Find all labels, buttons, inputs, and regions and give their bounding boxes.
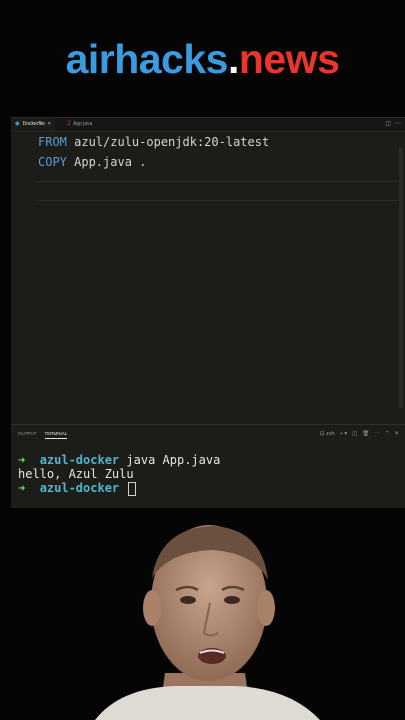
tab-label: App.java <box>73 121 93 127</box>
code-keyword: COPY <box>38 155 67 169</box>
code-text: azul/zulu-openjdk:20-latest <box>66 135 270 149</box>
docker-icon: ◆ <box>15 121 20 127</box>
code-area[interactable]: FROM azul/zulu-openjdk:20-latest COPY Ap… <box>11 132 405 432</box>
prompt-directory: azul-docker <box>39 453 120 467</box>
maximize-panel-icon[interactable]: ⌃ <box>385 429 390 439</box>
brand-dot: . <box>227 36 239 82</box>
code-line: COPY App.java . <box>38 152 146 172</box>
add-terminal-icon[interactable]: + ▾ <box>340 429 348 439</box>
tab-output[interactable]: OUTPUT <box>18 429 37 439</box>
terminal-line: ➜ azul-docker <box>18 481 398 496</box>
editor-scrollbar[interactable] <box>399 148 403 408</box>
terminal-output[interactable]: ➜ azul-docker java App.java hello, Azul … <box>18 453 398 496</box>
terminal-cursor <box>128 481 137 496</box>
close-panel-icon[interactable]: ✕ <box>394 429 399 439</box>
tab-app-java[interactable]: J App.java <box>63 118 96 131</box>
editor-tab-bar: ◆ Dockerfile × J App.java ◫ ⋯ <box>11 118 405 132</box>
terminal-output-text: hello, Azul Zulu <box>18 467 134 481</box>
terminal-shell-icon[interactable]: ⊡ zsh <box>320 429 335 439</box>
current-line-highlight <box>37 181 403 201</box>
more-actions-icon[interactable]: ⋯ <box>395 118 401 131</box>
panel-tabs: OUTPUT TERMINAL <box>18 429 68 439</box>
prompt-directory: azul-docker <box>39 481 120 495</box>
shell-label: zsh <box>326 431 335 437</box>
tab-label: Dockerfile <box>22 121 45 127</box>
close-icon[interactable]: × <box>48 118 51 131</box>
panel-actions: ⊡ zsh + ▾ ◫ 🗑 ⋯ ⌃ ✕ <box>320 429 399 439</box>
prompt-arrow-icon: ➜ <box>18 453 26 467</box>
terminal-command: java App.java <box>119 453 221 467</box>
more-actions-icon[interactable]: ⋯ <box>374 429 380 439</box>
code-text: App.java . <box>66 155 147 169</box>
tab-terminal[interactable]: TERMINAL <box>44 429 68 439</box>
editor-actions: ◫ ⋯ <box>385 118 401 131</box>
brand-part2: news <box>238 36 340 82</box>
code-keyword: FROM <box>38 135 67 149</box>
brand-logo: airhacks.news <box>0 34 405 84</box>
java-icon: J <box>67 121 70 127</box>
terminal-line: ➜ azul-docker java App.java <box>18 453 398 467</box>
tab-dockerfile[interactable]: ◆ Dockerfile × <box>11 118 55 131</box>
split-editor-icon[interactable]: ◫ <box>385 118 391 131</box>
terminal-line: hello, Azul Zulu <box>18 467 398 481</box>
code-editor-window: ◆ Dockerfile × J App.java ◫ ⋯ FROM azul/… <box>11 117 405 509</box>
code-line: FROM azul/zulu-openjdk:20-latest <box>38 132 269 152</box>
terminal-panel: OUTPUT TERMINAL ⊡ zsh + ▾ ◫ 🗑 ⋯ ⌃ ✕ ➜ az… <box>11 424 405 509</box>
prompt-arrow-icon: ➜ <box>18 481 26 495</box>
brand-part1: airhacks <box>65 36 229 82</box>
presenter-photo <box>0 508 405 720</box>
split-terminal-icon[interactable]: ◫ <box>352 429 357 439</box>
trash-icon[interactable]: 🗑 <box>362 429 369 439</box>
